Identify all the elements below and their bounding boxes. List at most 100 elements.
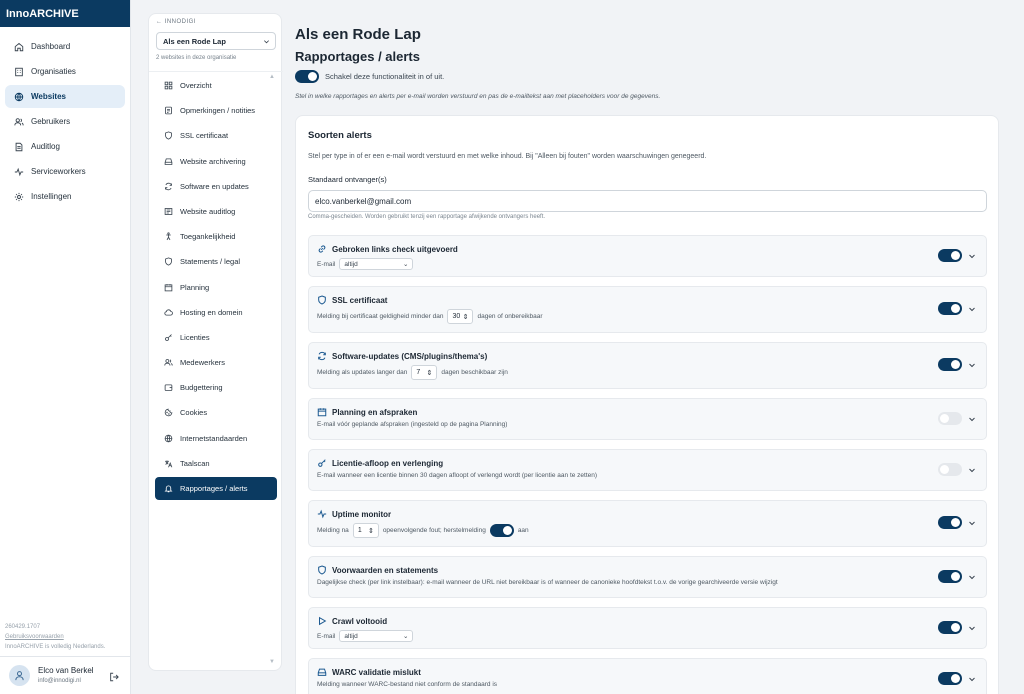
chevron-down-icon[interactable]	[968, 675, 976, 683]
alert-title: Crawl voltooid	[317, 616, 387, 626]
card-description: Stel per type in of er een e-mail wordt …	[308, 153, 707, 160]
subnav-item-overzicht[interactable]: Overzicht	[155, 74, 277, 97]
alert-description: E-mail wanneer een licentie binnen 30 da…	[317, 472, 598, 479]
feature-toggle-label: Schakel deze functionaliteit in of uit.	[325, 72, 445, 81]
subnav-item-taalscan[interactable]: Taalscan	[155, 452, 277, 475]
alert-title: Licentie-afloop en verlenging	[317, 458, 443, 468]
feature-toggle[interactable]	[295, 70, 319, 83]
chevron-down-icon[interactable]	[968, 624, 976, 632]
alert-toggle[interactable]	[938, 516, 962, 529]
nav-item-instellingen[interactable]: Instellingen	[5, 185, 125, 208]
chevron-down-icon[interactable]	[968, 466, 976, 474]
alert-software-updates: Software-updates (CMS/plugins/thema's) M…	[308, 342, 987, 389]
alert-settings: Melding bij certificaat geldigheid minde…	[317, 309, 543, 324]
globe-icon	[14, 92, 24, 101]
days-stepper[interactable]: 7 ⇕	[411, 365, 438, 380]
alert-controls	[938, 412, 976, 425]
subnav-item-archivering[interactable]: Website archivering	[155, 150, 277, 173]
divider	[149, 71, 283, 72]
subnav-item-budgettering[interactable]: Budgettering	[155, 376, 277, 399]
user-bar: Elco van Berkel info@innodigi.nl	[0, 656, 131, 694]
subnav-item-planning[interactable]: Planning	[155, 276, 277, 299]
nav-item-dashboard[interactable]: Dashboard	[5, 35, 125, 58]
alert-toggle[interactable]	[938, 358, 962, 371]
days-stepper[interactable]: 30 ⇕	[447, 309, 474, 324]
chevron-down-icon[interactable]	[968, 252, 976, 260]
subnav-label: Website auditlog	[180, 206, 236, 216]
subnav-item-toegankelijkheid[interactable]: Toegankelijkheid	[155, 225, 277, 248]
drive-icon	[317, 668, 327, 676]
alert-warc: WARC validatie mislukt Melding wanneer W…	[308, 658, 987, 694]
alert-controls	[938, 302, 976, 315]
globe-icon	[164, 434, 173, 442]
alert-toggle[interactable]	[938, 463, 962, 476]
nav-label: Organisaties	[31, 67, 76, 76]
alert-toggle[interactable]	[938, 570, 962, 583]
recipient-input[interactable]: elco.vanberkel@gmail.com	[308, 190, 987, 212]
setting-text: dagen beschikbaar zijn	[441, 369, 508, 376]
failures-stepper[interactable]: 1 ⇕	[352, 523, 379, 538]
alert-settings: Melding na 1 ⇕ opeenvolgende fout; herstelm…	[317, 523, 529, 538]
alert-title-text: Gebroken links check uitgevoerd	[332, 244, 458, 254]
wallet-icon	[164, 384, 173, 392]
avatar[interactable]	[9, 665, 30, 686]
subnav-label: Website archivering	[180, 156, 246, 166]
alert-toggle[interactable]	[938, 302, 962, 315]
subnav-item-internetstandaarden[interactable]: Internetstandaarden	[155, 427, 277, 450]
logout-icon[interactable]	[109, 672, 119, 682]
website-select[interactable]: Als een Rode Lap	[156, 32, 276, 50]
cookie-icon	[164, 409, 173, 417]
nav-item-gebruikers[interactable]: Gebruikers	[5, 110, 125, 133]
subnav-item-ssl[interactable]: SSL certificaat	[155, 124, 277, 147]
alert-toggle[interactable]	[938, 672, 962, 685]
subnav-item-medewerkers[interactable]: Medewerkers	[155, 351, 277, 374]
alert-title-text: Software-updates (CMS/plugins/thema's)	[332, 351, 488, 361]
subnav-label: Software en updates	[180, 181, 249, 191]
subnav-item-rapportages[interactable]: Rapportages / alerts	[155, 477, 277, 500]
terms-link[interactable]: Gebruiksvoorwaarden	[5, 632, 105, 642]
chevron-down-icon[interactable]	[968, 519, 976, 527]
email-label: E-mail	[317, 632, 336, 640]
alert-controls	[938, 358, 976, 371]
subnav-label: Overzicht	[180, 81, 212, 90]
subnav-item-opmerkingen[interactable]: Opmerkingen / notities	[155, 99, 277, 122]
alert-title-text: Planning en afspraken	[332, 407, 418, 417]
alert-title: Software-updates (CMS/plugins/thema's)	[317, 351, 487, 361]
subnav-item-auditlog[interactable]: Website auditlog	[155, 200, 277, 223]
drive-icon	[164, 158, 173, 165]
nav-label: Dashboard	[31, 42, 71, 51]
chevron-down-icon[interactable]	[968, 361, 976, 369]
nav-item-organisaties[interactable]: Organisaties	[5, 60, 125, 83]
nav-item-websites[interactable]: Websites	[5, 85, 125, 108]
subnav-label: Licenties	[180, 332, 210, 342]
chevron-down-icon[interactable]	[968, 573, 976, 581]
subnav-item-hosting[interactable]: Hosting en domein	[155, 301, 277, 324]
website-select-value: Als een Rode Lap	[163, 36, 226, 46]
recovery-toggle[interactable]	[489, 524, 514, 537]
nav-item-auditlog[interactable]: Auditlog	[5, 135, 125, 158]
email-frequency-select[interactable]: altijd ⌄	[339, 258, 414, 270]
subnav-item-licenties[interactable]: Licenties	[155, 326, 277, 349]
subnav-item-software[interactable]: Software en updates	[155, 175, 277, 198]
back-link[interactable]: ← INNODIGI	[156, 19, 196, 25]
shield-icon	[318, 565, 326, 575]
nav-item-serviceworkers[interactable]: Serviceworkers	[5, 160, 125, 183]
accessibility-icon	[166, 232, 171, 241]
alert-toggle[interactable]	[938, 249, 962, 262]
chevron-down-icon[interactable]	[968, 305, 976, 313]
subnav-item-statements[interactable]: Statements / legal	[155, 250, 277, 273]
alert-uptime: Uptime monitor Melding na 1 ⇕ opeenvolgende…	[308, 500, 987, 547]
alert-title-text: Voorwaarden en statements	[332, 565, 439, 575]
cloud-icon	[164, 309, 173, 316]
setting-text: Melding bij certificaat geldigheid minde…	[317, 313, 444, 320]
alert-toggle[interactable]	[938, 621, 962, 634]
email-frequency-select[interactable]: altijd ⌄	[339, 630, 414, 642]
alert-statements: Voorwaarden en statements Dagelijkse che…	[308, 556, 987, 598]
subnav-label: Medewerkers	[180, 358, 226, 368]
shield-icon	[318, 295, 326, 305]
app-logo[interactable]: InnoARCHIVE	[0, 0, 130, 27]
subnav-item-cookies[interactable]: Cookies	[155, 401, 277, 424]
scroll-down-icon[interactable]: ▼	[269, 659, 275, 665]
alert-toggle[interactable]	[938, 412, 962, 425]
chevron-down-icon[interactable]	[968, 415, 976, 423]
